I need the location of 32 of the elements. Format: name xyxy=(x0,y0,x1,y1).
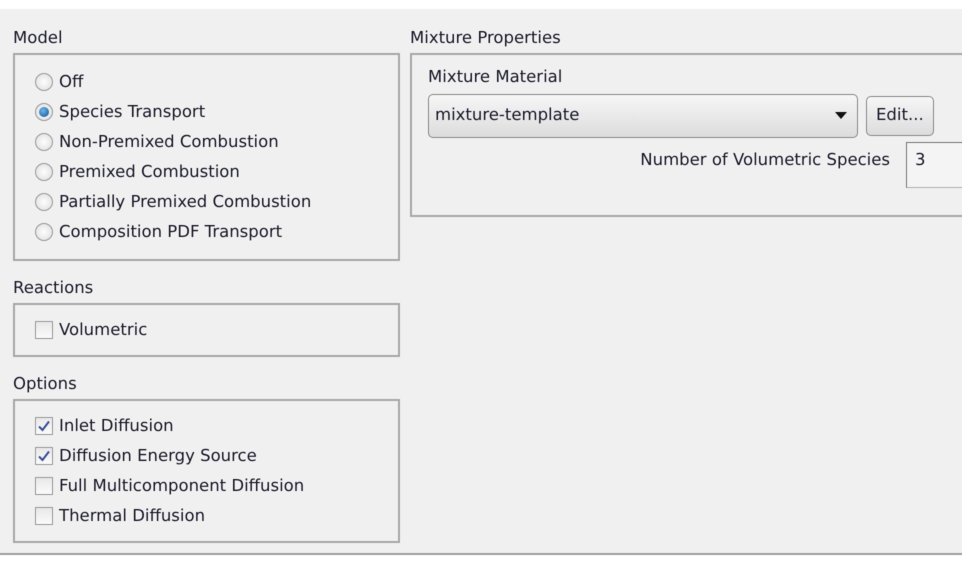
mixture-material-dropdown[interactable]: mixture-template xyxy=(428,94,858,138)
radio-button[interactable] xyxy=(35,163,53,181)
checkbox[interactable] xyxy=(35,447,53,465)
group-title: Reactions xyxy=(13,278,94,297)
group-title: Mixture Properties xyxy=(410,28,561,47)
radio-label[interactable]: Premixed Combustion xyxy=(59,157,240,187)
group-title: Options xyxy=(13,374,77,393)
radio-label[interactable]: Composition PDF Transport xyxy=(59,217,282,247)
radio-button[interactable] xyxy=(35,73,53,91)
radio-button[interactable] xyxy=(35,193,53,211)
radio-label[interactable]: Non-Premixed Combustion xyxy=(59,127,279,157)
checkbox-label[interactable]: Diffusion Energy Source xyxy=(59,441,257,471)
radio-button[interactable] xyxy=(35,133,53,151)
checkbox[interactable] xyxy=(35,417,53,435)
field-label: Mixture Material xyxy=(428,67,562,86)
field-label: Number of Volumetric Species xyxy=(640,148,890,171)
checkbox-label[interactable]: Volumetric xyxy=(59,315,148,345)
caret-icon xyxy=(835,112,847,120)
radio-label[interactable]: Partially Premixed Combustion xyxy=(59,187,312,217)
radio-button[interactable] xyxy=(35,103,53,121)
radio-label[interactable]: Off xyxy=(59,67,84,97)
checkbox[interactable] xyxy=(35,477,53,495)
edit-button[interactable]: Edit... xyxy=(866,96,934,136)
checkbox-label[interactable]: Thermal Diffusion xyxy=(59,501,206,531)
checkbox[interactable] xyxy=(35,507,53,525)
checkbox-label[interactable]: Full Multicomponent Diffusion xyxy=(59,471,304,501)
checkbox[interactable] xyxy=(35,321,53,339)
group-title: Model xyxy=(13,28,63,47)
checkbox-label[interactable]: Inlet Diffusion xyxy=(59,411,174,441)
number-field[interactable]: 3 xyxy=(906,142,962,188)
radio-button[interactable] xyxy=(35,223,53,241)
radio-label[interactable]: Species Transport xyxy=(59,97,206,127)
